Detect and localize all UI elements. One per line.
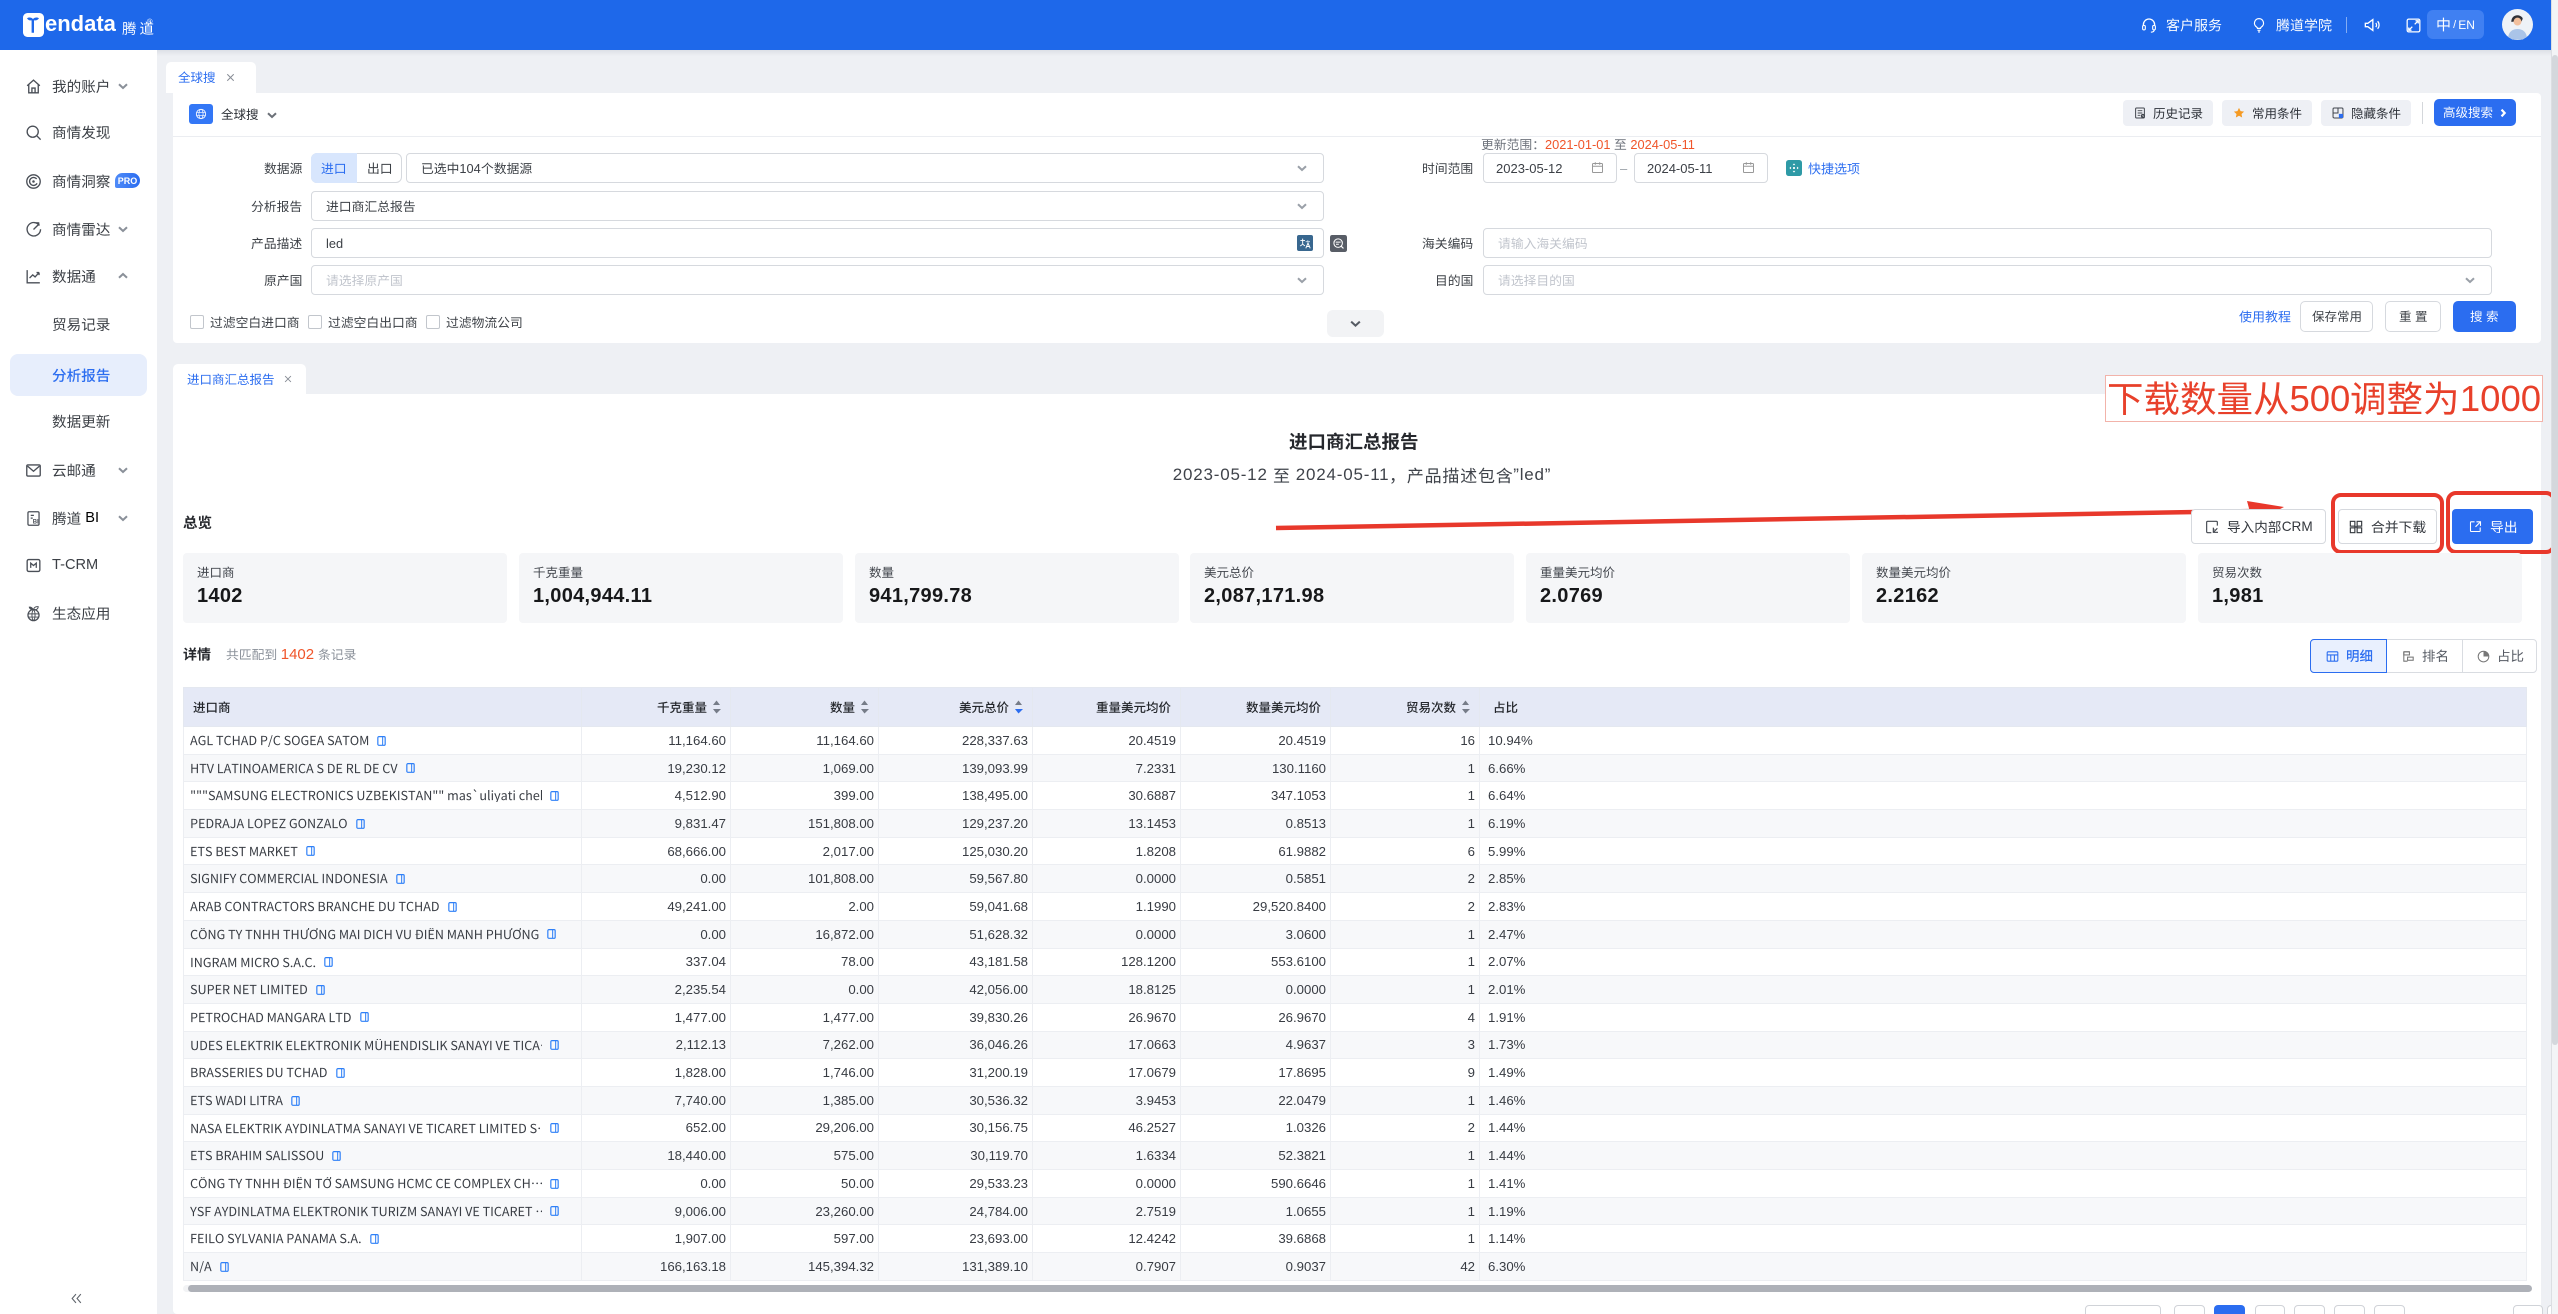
svg-text:BI: BI xyxy=(33,519,39,525)
